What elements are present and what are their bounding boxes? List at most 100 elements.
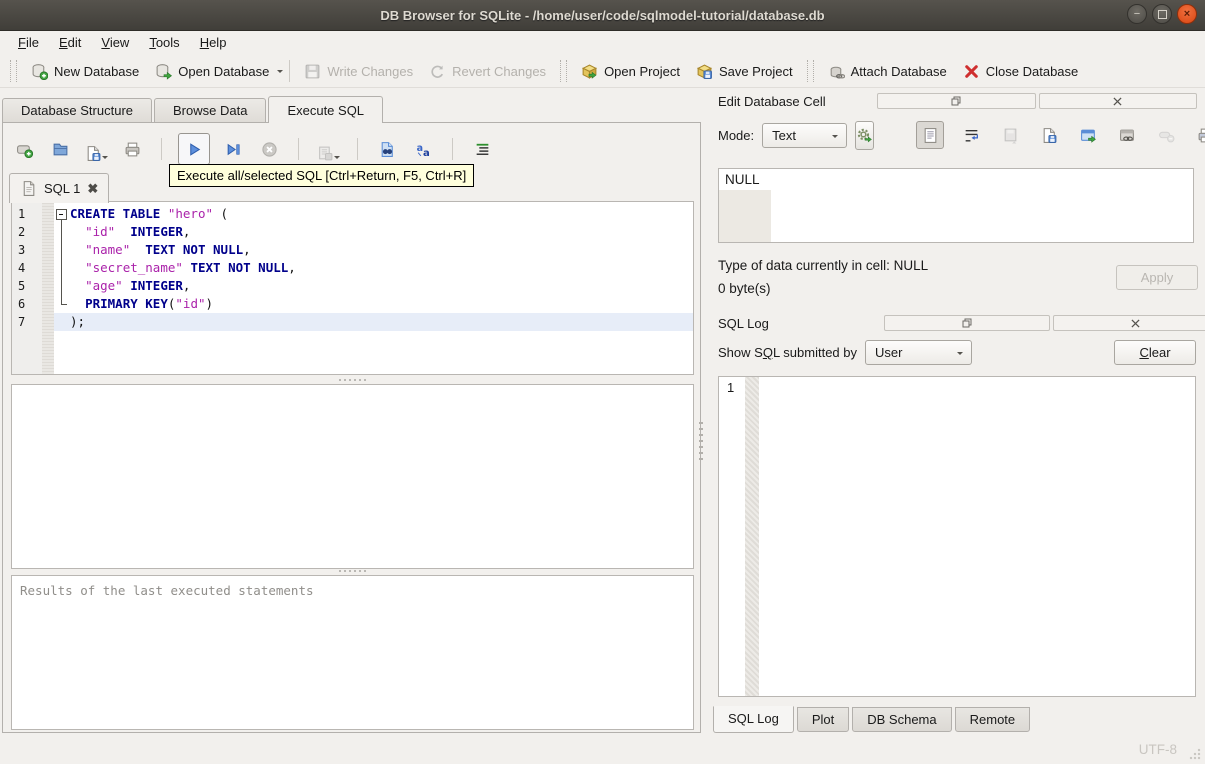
toolbar-drag-handle[interactable] — [806, 60, 814, 82]
open-external-button[interactable] — [1115, 123, 1139, 147]
tab-database-structure[interactable]: Database Structure — [2, 98, 153, 123]
code-line[interactable]: 5 "age" INTEGER, — [12, 277, 693, 295]
sql-code-editor[interactable]: 1 CREATE TABLE "hero" (2 "id" INTEGER, 3 "… — [11, 201, 694, 375]
stop-icon — [261, 141, 277, 157]
close-button[interactable]: × — [1177, 4, 1197, 24]
open-project-button[interactable]: Open Project — [573, 59, 688, 84]
save-as-button[interactable] — [1037, 123, 1061, 147]
save-sql-dropdown[interactable] — [101, 156, 108, 162]
log-fold-margin — [745, 377, 759, 696]
code-line[interactable]: 2 "id" INTEGER, — [12, 223, 693, 241]
write-changes-icon — [305, 64, 320, 78]
log-line-gutter — [719, 377, 745, 696]
execute-current-line-button[interactable] — [220, 136, 246, 162]
close-dock-button[interactable] — [1052, 315, 1205, 331]
menu-help[interactable]: Help — [190, 32, 237, 53]
log-line-number: 1 — [727, 380, 735, 395]
menu-tools[interactable]: Tools — [139, 32, 189, 53]
find-replace-icon — [381, 141, 393, 157]
code-lines: 1 CREATE TABLE "hero" (2 "id" INTEGER, 3 "… — [12, 205, 693, 331]
execute-all-button[interactable] — [178, 133, 210, 165]
save-results-dropdown[interactable] — [333, 156, 340, 162]
log-filter-select[interactable]: User — [865, 340, 972, 365]
open-tab-button[interactable] — [11, 136, 37, 162]
toolbar-separator — [357, 138, 358, 160]
open-database-dropdown[interactable] — [277, 70, 284, 76]
menu-file[interactable]: File — [8, 32, 49, 53]
import-file-button[interactable] — [998, 123, 1022, 147]
write-changes-button[interactable]: Write Changes — [296, 59, 421, 84]
results-message-pane[interactable]: Results of the last executed statements — [11, 575, 694, 730]
close-database-button[interactable]: Close Database — [955, 59, 1087, 84]
toolbar-drag-handle[interactable] — [10, 60, 17, 82]
db-browser-window: DB Browser for SQLite - /home/user/code/… — [0, 0, 1205, 764]
new-database-button[interactable]: New Database — [23, 59, 147, 84]
tab-browse-data[interactable]: Browse Data — [154, 98, 267, 123]
titlebar[interactable]: DB Browser for SQLite - /home/user/code/… — [0, 0, 1205, 31]
set-null-icon — [1158, 131, 1175, 142]
text-mode-button[interactable] — [916, 121, 945, 149]
open-sql-file-button[interactable] — [47, 136, 73, 162]
menubar: File Edit View Tools Help — [0, 30, 1205, 55]
revert-changes-button[interactable]: Revert Changes — [421, 59, 554, 84]
link-icon — [1119, 129, 1134, 141]
new-database-icon — [32, 63, 48, 80]
float-dock-button[interactable] — [877, 93, 1036, 109]
tab-db-schema[interactable]: DB Schema — [852, 707, 952, 732]
auto-format-button[interactable]: aa — [410, 136, 436, 162]
save-project-button[interactable]: Save Project — [688, 59, 801, 84]
print-button[interactable] — [119, 136, 145, 162]
code-line[interactable]: 7); — [12, 313, 693, 331]
print-cell-icon — [1198, 128, 1205, 142]
auto-switch-mode-button[interactable] — [855, 120, 875, 150]
code-line[interactable]: 1 CREATE TABLE "hero" ( — [12, 205, 693, 223]
apply-button[interactable]: Apply — [1116, 265, 1198, 290]
main-toolbar: New Database Open Database Write Changes… — [0, 55, 1205, 88]
open-database-button[interactable]: Open Database — [147, 59, 277, 84]
code-line[interactable]: 3 "name" TEXT NOT NULL, — [12, 241, 693, 259]
save-sql-file-button[interactable] — [83, 136, 109, 162]
cell-editor[interactable]: NULL — [718, 168, 1194, 243]
maximize-button[interactable] — [1152, 4, 1172, 24]
clear-log-button[interactable]: Clear — [1114, 340, 1196, 365]
set-null-button[interactable] — [1154, 123, 1178, 147]
menu-view[interactable]: View — [91, 32, 139, 53]
stop-button[interactable] — [256, 136, 282, 162]
save-results-button[interactable] — [315, 136, 341, 162]
close-sql-tab-icon[interactable]: ✖ — [87, 181, 98, 197]
splitter-handle[interactable] — [11, 567, 694, 574]
cell-size-info: 0 byte(s) — [718, 281, 771, 296]
export-data-button[interactable] — [1076, 123, 1100, 147]
open-project-icon — [581, 64, 598, 79]
splitter-handle[interactable] — [11, 376, 694, 383]
word-wrap-button[interactable] — [959, 123, 983, 147]
vertical-splitter[interactable] — [699, 420, 703, 460]
menu-edit[interactable]: Edit — [49, 32, 91, 53]
tab-plot[interactable]: Plot — [796, 707, 850, 732]
toolbar-drag-handle[interactable] — [560, 60, 568, 82]
resize-grip[interactable] — [1189, 748, 1201, 760]
attach-database-button[interactable]: Attach Database — [820, 59, 955, 84]
print-cell-button[interactable] — [1193, 123, 1205, 147]
results-grid-pane[interactable] — [11, 384, 694, 569]
code-line[interactable]: 6 PRIMARY KEY("id") — [12, 295, 693, 313]
tab-remote[interactable]: Remote — [954, 707, 1031, 732]
mode-label: Mode: — [718, 127, 755, 143]
tab-execute-sql[interactable]: Execute SQL — [268, 96, 384, 123]
auto-format-icon: aa — [416, 143, 429, 158]
float-icon — [962, 318, 972, 328]
find-replace-button[interactable] — [374, 136, 400, 162]
gear-icon — [857, 128, 872, 142]
sql-document-tab[interactable]: SQL 1 ✖ — [9, 173, 110, 203]
sql-log-view[interactable]: 1 — [718, 376, 1196, 697]
float-dock-button[interactable] — [884, 315, 1050, 331]
code-line[interactable]: 4 "secret_name" TEXT NOT NULL, — [12, 259, 693, 277]
print-icon — [125, 142, 139, 156]
close-dock-button[interactable] — [1038, 93, 1197, 109]
mode-select[interactable]: Text — [762, 122, 848, 148]
execute-tooltip: Execute all/selected SQL [Ctrl+Return, F… — [169, 164, 475, 187]
toggle-indent-button[interactable] — [469, 136, 495, 162]
save-results-icon — [318, 146, 332, 161]
minimize-button[interactable]: − — [1127, 4, 1147, 24]
tab-sql-log[interactable]: SQL Log — [713, 706, 794, 733]
